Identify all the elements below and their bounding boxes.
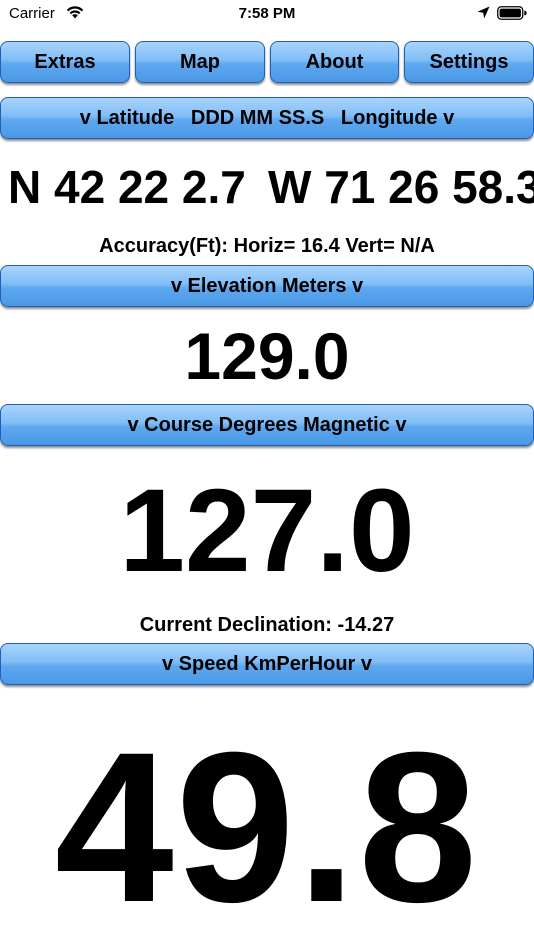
battery-full-icon xyxy=(497,6,527,20)
elevation-value: 129.0 xyxy=(184,319,350,393)
location-arrow-icon xyxy=(477,6,490,19)
declination-readout: Current Declination: -14.27 xyxy=(139,614,395,636)
longitude-value: W 71 26 58.3 xyxy=(268,161,534,213)
clock-time: 7:58 PM xyxy=(238,5,296,22)
course-value: 127.0 xyxy=(119,465,415,597)
accuracy-readout: Accuracy(Ft): Horiz= 16.4 Vert= N/A xyxy=(99,235,435,257)
tab-extras[interactable]: Extras xyxy=(0,41,130,83)
speed-units-selector[interactable]: v Speed KmPerHour v xyxy=(0,643,534,685)
tab-map[interactable]: Map xyxy=(135,41,265,83)
speed-value: 49.8 xyxy=(54,708,480,947)
tab-settings[interactable]: Settings xyxy=(404,41,534,83)
course-units-selector[interactable]: v Course Degrees Magnetic v xyxy=(0,404,534,446)
latitude-value: N 42 22 2.7 xyxy=(8,161,246,213)
status-bar: Carrier 7:58 PM xyxy=(0,0,534,30)
tab-about[interactable]: About xyxy=(270,41,399,83)
position-format-selector[interactable]: v Latitude DDD MM SS.S Longitude v xyxy=(0,97,534,139)
coordinates-display: N 42 22 2.7 W 71 26 58.3 xyxy=(0,160,534,216)
elevation-units-selector[interactable]: v Elevation Meters v xyxy=(0,265,534,307)
